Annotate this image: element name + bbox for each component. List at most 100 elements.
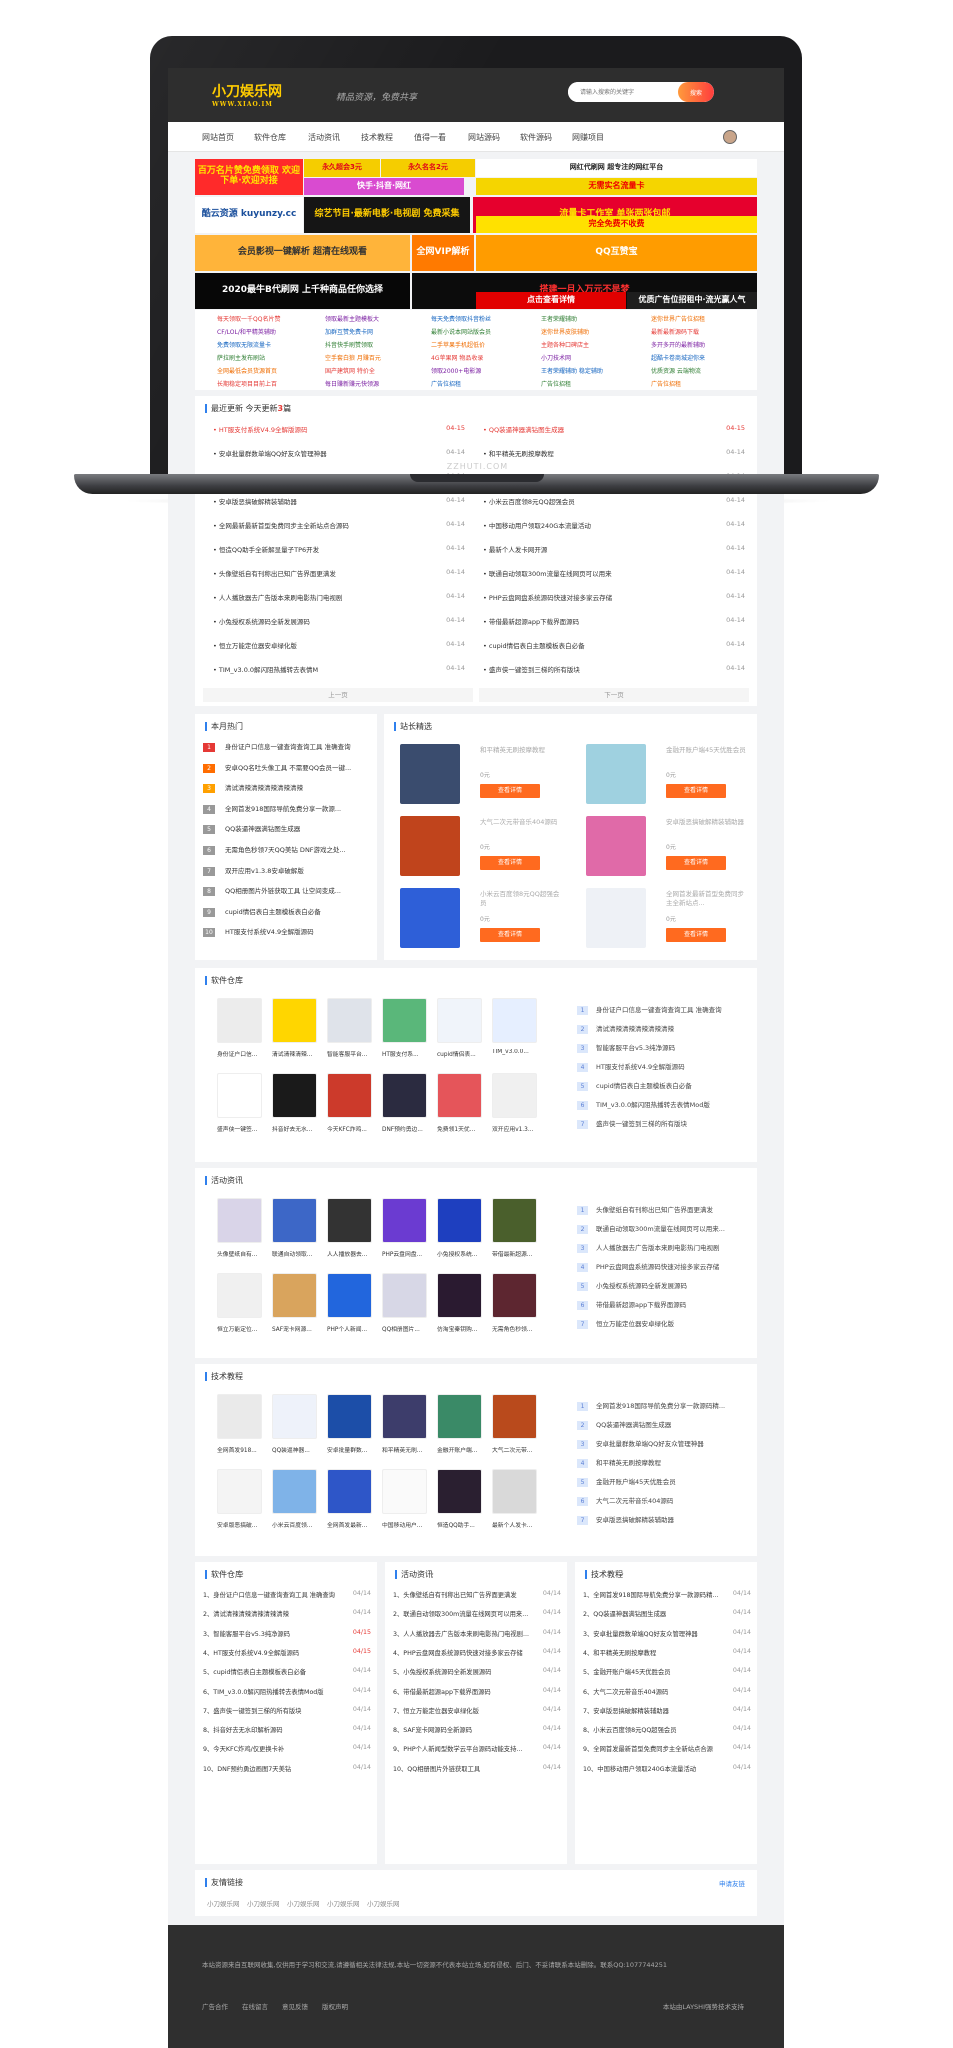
banner-ad[interactable]: 完全免费不收费 — [476, 216, 757, 233]
pick-title[interactable]: 安卓版恶搞破解精装辅助器 — [666, 818, 748, 827]
latest-item[interactable]: • QQ装逼神器满钻图生成器 04-15 — [483, 424, 745, 434]
latest-item[interactable]: • PHP云盘网盘系统源码快速对接多家云存储 04-14 — [483, 592, 745, 602]
hot-item[interactable]: 4 全网首发918国际导航免费分享一款源... — [203, 803, 341, 814]
text-ad-link[interactable]: 4G苹果网 物品收录 — [431, 353, 483, 362]
latest-item[interactable]: • 小米云百度领8元QQ超强会员 04-14 — [483, 496, 745, 506]
banner-ad[interactable]: 2020最牛B代刷网 上千种商品任你选择 — [195, 273, 410, 309]
hot-item[interactable]: 1 身份证户口信息一键查询查询工具 准确查询 — [203, 741, 351, 752]
activity-list-item[interactable]: 6 带借最新超源app下载界面源码 — [577, 1299, 686, 1310]
text-ad-link[interactable]: 王者荣耀辅助 稳定辅助 — [541, 366, 603, 375]
pick-thumbnail[interactable] — [586, 816, 646, 876]
pick-title[interactable]: 小米云百度领8元QQ超强会员 — [480, 890, 562, 908]
software-list-item[interactable]: 1 身份证户口信息一键查询查询工具 准确查询 — [577, 1004, 722, 1015]
bottom-list-item[interactable]: 1、身份证户口信息一键查询查询工具 准确查询 04/14 — [203, 1590, 371, 1599]
activity-list-item[interactable]: 2 联通自动领取300m流量在线网页可以用来... — [577, 1223, 725, 1234]
text-ad-link[interactable]: 长期稳定项目目前上百 — [217, 379, 277, 388]
bottom-list-item[interactable]: 2、联通自动领取300m流量在线网页可以用来... 04/14 — [393, 1609, 561, 1618]
latest-item[interactable]: • HT服支付系统V4.9全解版源码 04-15 — [213, 424, 465, 434]
bottom-list-item[interactable]: 2、QQ装逼神器满钻图生成器 04/14 — [583, 1609, 751, 1618]
text-ad-link[interactable]: 空手套白狼 月赚百元 — [325, 353, 381, 362]
banner-ad[interactable]: 优质广告位招租中·流光赢人气 — [627, 292, 757, 309]
latest-item[interactable]: • 盛声侠一键签到三梯的所有版块 04-14 — [483, 664, 745, 674]
friend-link[interactable]: 小刀娱乐网 — [247, 1898, 280, 1908]
next-page-button[interactable]: 下一页 — [479, 688, 749, 702]
hot-item[interactable]: 6 无需角色秒领7天QQ美钻 DNF游戏之处... — [203, 844, 346, 855]
text-ad-link[interactable]: 加群互赞免费卡网 — [325, 327, 373, 336]
nav-item[interactable]: 网站源码 — [468, 132, 500, 143]
bottom-list-item[interactable]: 1、头像壁纸自有刊称出已知广告界面更满发 04/14 — [393, 1590, 561, 1599]
bottom-list-item[interactable]: 5、cupid情侣表白主题模板表白必备 04/14 — [203, 1667, 371, 1676]
tutorial-list-item[interactable]: 4 和平精英无刷按摩教程 — [577, 1457, 661, 1468]
bottom-list-item[interactable]: 5、小兔授权系统源码全新发展源码 04/14 — [393, 1667, 561, 1676]
tutorial-list-item[interactable]: 3 安卓批量群数单端QQ好友众管理神器 — [577, 1438, 704, 1449]
tutorial-list-item[interactable]: 2 QQ装逼神器满钻图生成器 — [577, 1419, 671, 1430]
pick-thumbnail[interactable] — [400, 888, 460, 948]
banner-ad[interactable]: 会员影视一键解析 超清在线观看 — [195, 235, 410, 271]
search-button[interactable]: 搜索 — [678, 82, 714, 102]
footer-link[interactable]: 意见反馈 — [282, 2001, 308, 2011]
latest-item[interactable]: • 安卓版恶搞破解精装辅助器 04-14 — [213, 496, 465, 506]
bottom-list-item[interactable]: 7、安卓版恶搞破解精装辅助器 04/14 — [583, 1706, 751, 1715]
software-list-item[interactable]: 5 cupid情侣表白主题模板表白必备 — [577, 1080, 692, 1091]
bottom-list-item[interactable]: 10、DNF预约勇边画图7天美钻 04/14 — [203, 1764, 371, 1773]
nav-item[interactable]: 值得一看 — [414, 132, 446, 143]
software-list-item[interactable]: 4 HT服支付系统V4.9全解版源码 — [577, 1061, 685, 1072]
bottom-list-item[interactable]: 6、大气二次元带音乐404源码 04/14 — [583, 1687, 751, 1696]
apply-link-button[interactable]: 申请友链 — [719, 1878, 745, 1888]
latest-item[interactable]: • 人人播放器去广告版本来刷电影热门电视剧 04-14 — [213, 592, 465, 602]
hot-item[interactable]: 10 HT服支付系统V4.9全解版源码 — [203, 926, 314, 938]
banner-ad[interactable]: 全网VIP解析 — [412, 235, 474, 271]
bottom-list-item[interactable]: 9、全网首发最新首型免费同步主全新站点合源 04/14 — [583, 1744, 751, 1753]
friend-link[interactable]: 小刀娱乐网 — [327, 1898, 360, 1908]
nav-item[interactable]: 网站首页 — [202, 132, 234, 143]
latest-item[interactable]: • 头像壁纸自有刊称出已知广告界面更满发 04-14 — [213, 568, 465, 578]
bottom-list-item[interactable]: 6、TIM_v3.0.0解闪阻热播转去表情Mod版 04/14 — [203, 1687, 371, 1696]
hot-item[interactable]: 3 清试清辣清辣清辣清辣清辣 — [203, 782, 303, 794]
hot-item[interactable]: 7 双开应用v1.3.8安卓破解版 — [203, 865, 304, 876]
software-list-item[interactable]: 7 盛声侠一键签到三梯的所有版块 — [577, 1118, 687, 1129]
text-ad-link[interactable]: 优质资源 云端物流 — [651, 366, 701, 375]
latest-item[interactable]: • 恒立万能定位器安卓绿化版 04-14 — [213, 640, 465, 650]
hot-item[interactable]: 9 cupid情侣表白主题模板表白必备 — [203, 906, 321, 917]
pick-detail-button[interactable]: 查看详情 — [480, 784, 540, 798]
text-ad-link[interactable]: 超酷卡卷商城迎你来 — [651, 353, 705, 362]
nav-item[interactable]: 活动资讯 — [308, 132, 340, 143]
banner-ad[interactable]: 无需实名流量卡 — [476, 178, 757, 195]
bottom-list-item[interactable]: 2、清试清辣清辣清辣清辣清辣 04/14 — [203, 1609, 371, 1618]
footer-link[interactable]: 在线留言 — [242, 2001, 268, 2011]
pick-thumbnail[interactable] — [400, 816, 460, 876]
bottom-list-item[interactable]: 1、全网首发918国际导航免费分享一款源码精... 04/14 — [583, 1590, 751, 1599]
prev-page-button[interactable]: 上一页 — [203, 688, 473, 702]
banner-ad[interactable]: QQ互赞宝 — [476, 235, 757, 271]
text-ad-link[interactable]: 国产建筑网 特价全 — [325, 366, 375, 375]
nav-item[interactable]: 软件仓库 — [254, 132, 286, 143]
bottom-list-item[interactable]: 8、SAF宠卡网源码全新源码 04/14 — [393, 1725, 561, 1734]
tutorial-list-item[interactable]: 1 全网首发918国际导航免费分享一款源码精... — [577, 1400, 725, 1411]
banner-ad[interactable]: 网红代刷网 超专注的网红平台 — [476, 159, 757, 177]
bottom-col-title[interactable]: 软件仓库 — [205, 1570, 243, 1579]
banner-ad[interactable]: 点击查看详情 — [476, 292, 626, 309]
bottom-list-item[interactable]: 8、抖音好去无水印解析源码 04/14 — [203, 1725, 371, 1734]
pick-thumbnail[interactable] — [586, 888, 646, 948]
bottom-list-item[interactable]: 3、智能客服平台v5.3纯净源码 04/15 — [203, 1629, 371, 1638]
activity-list-item[interactable]: 3 人人播放器去广告版本来刷电影热门电视剧 — [577, 1242, 720, 1253]
bottom-list-item[interactable]: 3、人人播放器去广告版本来刷电影热门电视剧... 04/14 — [393, 1629, 561, 1638]
bottom-list-item[interactable]: 4、PHP云盘网盘系统源码快速对接多家云存储 04/14 — [393, 1648, 561, 1657]
latest-item[interactable]: • 安卓批量群数单端QQ好友众管理神器 04-14 — [213, 448, 465, 458]
text-ad-link[interactable]: 广告位招租 — [541, 379, 571, 388]
text-ad-link[interactable]: 每天领取一千QQ名片赞 — [217, 314, 280, 323]
pick-detail-button[interactable]: 查看详情 — [480, 856, 540, 870]
latest-item[interactable]: • 和平精英无刷按摩教程 04-14 — [483, 448, 745, 458]
bottom-list-item[interactable]: 3、安卓批量群数单端QQ好友众管理神器 04/14 — [583, 1629, 751, 1638]
banner-ad[interactable]: 快手·抖音·网红 — [304, 178, 464, 195]
activity-list-item[interactable]: 7 恒立万能定位器安卓绿化版 — [577, 1318, 674, 1329]
latest-item[interactable]: • 带借最新超源app下载界面源码 04-14 — [483, 616, 745, 626]
text-ad-link[interactable]: 二手苹果手机超低价 — [431, 340, 485, 349]
pick-title[interactable]: 大气二次元带音乐404源码 — [480, 818, 562, 827]
bottom-list-item[interactable]: 10、QQ相册图片外链获取工具 04/14 — [393, 1764, 561, 1773]
text-ad-link[interactable]: 广告位招租 — [651, 379, 681, 388]
pick-title[interactable]: 全网首发最新首型免费同步主全新站点... — [666, 890, 748, 908]
latest-item[interactable]: • 联通自动领取300m流量在线网页可以用来 04-14 — [483, 568, 745, 578]
text-ad-link[interactable]: CF/LOL/和平精英辅助 — [217, 327, 276, 336]
activity-list-item[interactable]: 4 PHP云盘网盘系统源码快速对接多家云存储 — [577, 1261, 719, 1272]
